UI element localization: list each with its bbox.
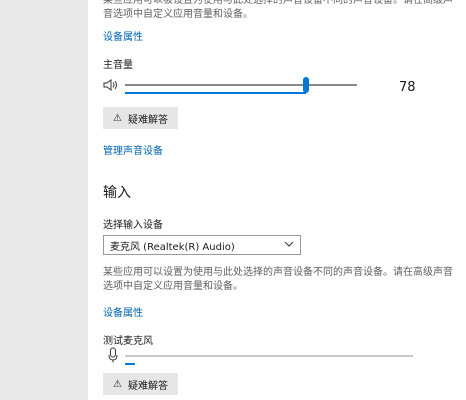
input-device-properties-link[interactable]: 设备属性 bbox=[103, 304, 143, 319]
input-device-selected: 麦克风 (Realtek(R) Audio) bbox=[110, 241, 235, 253]
volume-value: 78 bbox=[399, 80, 416, 95]
volume-thumb[interactable] bbox=[302, 77, 309, 93]
input-troubleshoot-label: 疑难解答 bbox=[127, 380, 168, 392]
output-troubleshoot-label: 疑难解答 bbox=[127, 114, 168, 126]
speaker-icon bbox=[103, 77, 119, 96]
volume-track bbox=[125, 84, 357, 94]
warning-icon: ⚠ bbox=[113, 378, 122, 390]
chevron-down-icon bbox=[284, 239, 294, 252]
mic-level-fill bbox=[125, 363, 135, 365]
manage-sound-devices-link[interactable]: 管理声音设备 bbox=[103, 142, 163, 157]
microphone-icon bbox=[108, 347, 118, 367]
output-description: 某些应用可以被设置为使用与此处选择的声音设备不同的声音设备。请在高级声音选项中自… bbox=[103, 0, 453, 20]
left-navigation-strip bbox=[0, 0, 88, 400]
output-troubleshoot-button[interactable]: ⚠ 疑难解答 bbox=[103, 107, 178, 129]
choose-input-device-label: 选择输入设备 bbox=[103, 220, 163, 231]
sound-settings-pane: 某些应用可以被设置为使用与此处选择的声音设备不同的声音设备。请在高级声音选项中自… bbox=[88, 0, 466, 400]
input-section-title: 输入 bbox=[103, 185, 131, 201]
output-device-properties-link[interactable]: 设备属性 bbox=[103, 28, 143, 43]
microphone-level-meter bbox=[103, 347, 453, 365]
input-troubleshoot-button[interactable]: ⚠ 疑难解答 bbox=[103, 373, 178, 395]
input-device-dropdown[interactable]: 麦克风 (Realtek(R) Audio) bbox=[103, 235, 301, 255]
master-volume-label: 主音量 bbox=[103, 60, 133, 71]
input-description: 某些应用可以设置为使用与此处选择的声音设备不同的声音设备。请在高级声音选项中自定… bbox=[103, 267, 453, 292]
volume-fill bbox=[125, 92, 306, 94]
test-microphone-label: 测试麦克风 bbox=[103, 336, 153, 347]
warning-icon: ⚠ bbox=[113, 112, 122, 124]
mic-level-track bbox=[125, 355, 413, 365]
